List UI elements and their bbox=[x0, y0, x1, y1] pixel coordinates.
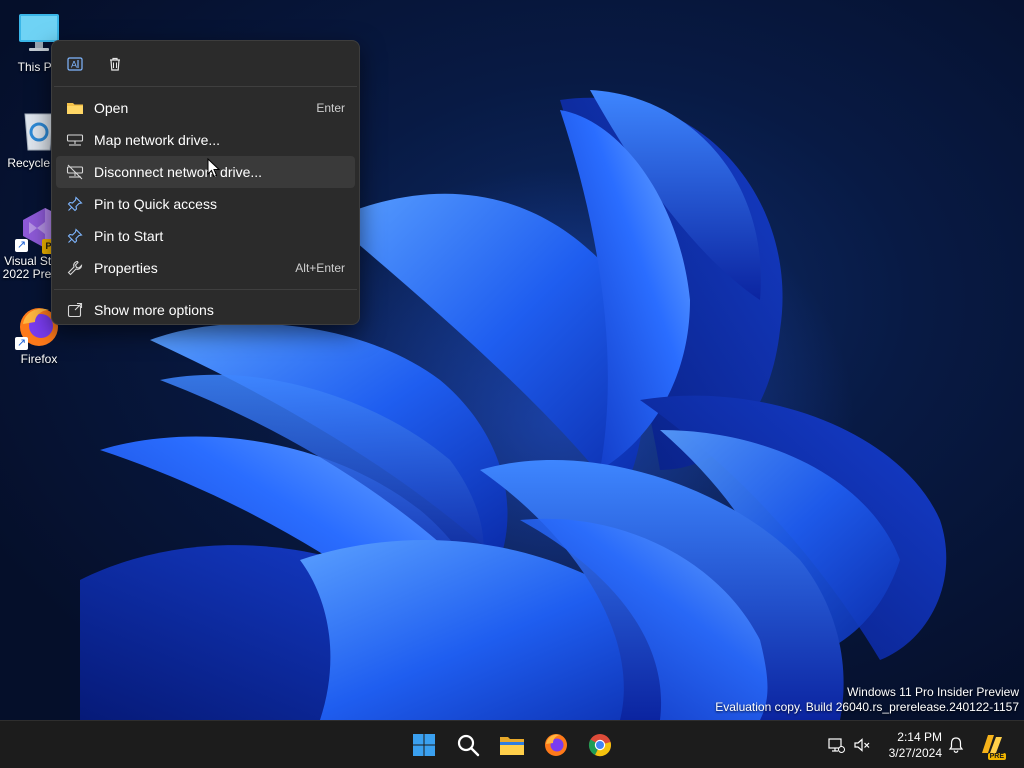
folder-icon bbox=[65, 98, 85, 118]
network-status-button[interactable] bbox=[822, 729, 850, 761]
chrome-icon bbox=[588, 734, 611, 757]
menu-item-label: Map network drive... bbox=[94, 132, 221, 148]
menu-item-label: Disconnect network drive... bbox=[94, 164, 263, 180]
clock-date: 3/27/2024 bbox=[888, 746, 942, 760]
delete-button[interactable] bbox=[104, 53, 126, 75]
delete-icon bbox=[110, 57, 120, 71]
chrome-taskbar-button[interactable] bbox=[584, 729, 616, 761]
start-icon bbox=[413, 734, 435, 756]
network-disconnected-icon bbox=[828, 738, 845, 753]
wrench-icon bbox=[65, 258, 85, 278]
network-drive-icon bbox=[65, 130, 85, 150]
menu-item-label: Pin to Start bbox=[94, 228, 164, 244]
evaluation-watermark: Windows 11 Pro Insider Preview Evaluatio… bbox=[715, 685, 1019, 715]
menu-item-show-more-options[interactable]: Show more options bbox=[56, 294, 355, 326]
menu-item-pin-quick-access[interactable]: Pin to Quick access bbox=[56, 188, 355, 220]
file-explorer-button[interactable] bbox=[496, 729, 528, 761]
disconnect-drive-icon bbox=[65, 162, 85, 182]
menu-separator bbox=[54, 289, 357, 290]
share-icon bbox=[65, 300, 85, 320]
clock[interactable]: 2:14 PM 3/27/2024 bbox=[878, 729, 942, 761]
menu-item-label: Show more options bbox=[94, 302, 214, 318]
menu-item-shortcut: Enter bbox=[316, 101, 345, 115]
shortcut-arrow-icon: ↗ bbox=[15, 239, 28, 252]
menu-item-open[interactable]: Open Enter bbox=[56, 92, 355, 124]
menu-item-pin-to-start[interactable]: Pin to Start bbox=[56, 220, 355, 252]
taskbar: 2:14 PM 3/27/2024 PRE bbox=[0, 720, 1024, 768]
menu-item-disconnect-network-drive[interactable]: Disconnect network drive... bbox=[56, 156, 355, 188]
copilot-preview-badge: PRE bbox=[987, 753, 1006, 760]
search-icon bbox=[457, 734, 480, 757]
watermark-line: Windows 11 Pro Insider Preview bbox=[847, 685, 1019, 699]
svg-text:A: A bbox=[71, 59, 77, 69]
menu-item-properties[interactable]: Properties Alt+Enter bbox=[56, 252, 355, 284]
pin-icon bbox=[65, 194, 85, 214]
context-menu-quick-actions: A bbox=[52, 41, 359, 86]
menu-item-label: Pin to Quick access bbox=[94, 196, 217, 212]
search-button[interactable] bbox=[452, 729, 484, 761]
volume-muted-icon bbox=[854, 738, 870, 752]
rename-icon: A bbox=[67, 56, 83, 71]
rename-button[interactable]: A bbox=[64, 53, 86, 75]
copilot-button[interactable]: PRE bbox=[976, 729, 1008, 761]
firefox-icon bbox=[545, 734, 567, 756]
shortcut-arrow-icon: ↗ bbox=[15, 337, 28, 350]
start-button[interactable] bbox=[408, 729, 440, 761]
notifications-button[interactable] bbox=[942, 729, 970, 761]
desktop-icon-label: Firefox bbox=[20, 352, 58, 366]
menu-item-label: Properties bbox=[94, 260, 158, 276]
volume-button[interactable] bbox=[848, 729, 876, 761]
context-menu: A Open Enter Map network drive... Discon… bbox=[51, 40, 360, 325]
pin-icon bbox=[65, 226, 85, 246]
mouse-cursor-icon bbox=[207, 158, 221, 178]
bell-icon bbox=[948, 737, 964, 753]
menu-item-map-network-drive[interactable]: Map network drive... bbox=[56, 124, 355, 156]
menu-item-label: Open bbox=[94, 100, 129, 116]
desktop[interactable]: This PC Recycle Bin PRE ↗ Visual Studio … bbox=[0, 0, 1024, 720]
watermark-line: Evaluation copy. Build 26040.rs_prerelea… bbox=[715, 700, 1019, 714]
firefox-taskbar-button[interactable] bbox=[540, 729, 572, 761]
menu-item-shortcut: Alt+Enter bbox=[295, 261, 345, 275]
file-explorer-icon bbox=[500, 737, 524, 755]
clock-time: 2:14 PM bbox=[897, 730, 942, 744]
